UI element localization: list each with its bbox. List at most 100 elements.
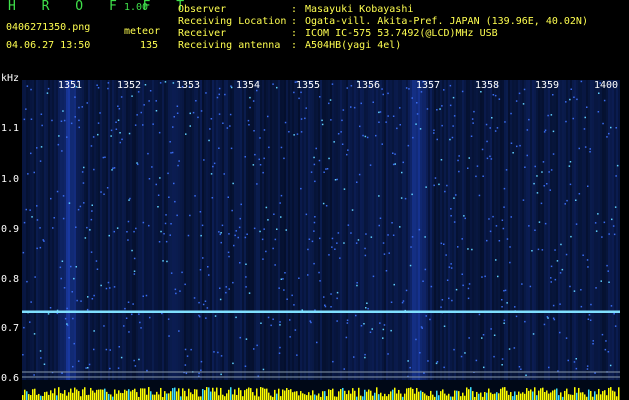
noise-speckle <box>76 299 78 302</box>
noise-streak <box>58 80 60 380</box>
baseline-bar <box>232 394 234 400</box>
noise-speckle <box>262 368 265 371</box>
noise-speckle <box>610 305 613 307</box>
noise-speckle <box>78 106 80 109</box>
noise-speckle <box>522 103 525 105</box>
noise-streak <box>392 80 394 380</box>
noise-streak <box>516 80 518 380</box>
noise-speckle <box>103 325 105 327</box>
noise-streak <box>520 80 522 380</box>
noise-speckle <box>128 132 131 135</box>
noise-streak <box>138 80 140 380</box>
baseline-bar <box>166 393 168 400</box>
noise-streak <box>394 80 396 380</box>
noise-speckle <box>486 140 488 143</box>
baseline-bar <box>582 392 584 400</box>
noise-streak <box>312 80 314 380</box>
noise-streak <box>444 80 446 380</box>
noise-streak <box>500 80 502 380</box>
noise-speckle <box>93 168 95 171</box>
noise-speckle <box>387 353 389 355</box>
noise-speckle <box>369 164 372 166</box>
noise-speckle <box>365 307 367 309</box>
noise-speckle <box>253 227 256 230</box>
noise-speckle <box>46 92 49 94</box>
noise-speckle <box>616 164 619 167</box>
noise-speckle <box>404 197 407 200</box>
noise-speckle <box>218 231 220 233</box>
baseline-bar <box>84 387 86 400</box>
baseline-bar <box>612 390 614 400</box>
noise-speckle <box>252 100 255 102</box>
baseline-bar <box>86 395 88 400</box>
noise-speckle <box>239 262 241 264</box>
noise-speckle <box>313 230 315 232</box>
noise-speckle <box>225 286 227 288</box>
noise-streak <box>194 80 196 380</box>
noise-speckle <box>495 225 498 227</box>
spectrogram-canvas <box>22 80 620 400</box>
noise-speckle <box>449 104 452 107</box>
noise-speckle <box>33 374 35 376</box>
noise-speckle <box>309 320 311 322</box>
noise-speckle <box>468 157 470 159</box>
noise-speckle <box>552 317 555 319</box>
noise-speckle <box>609 364 612 367</box>
noise-speckle <box>280 194 283 197</box>
noise-speckle <box>47 313 50 315</box>
noise-speckle <box>461 90 464 93</box>
noise-speckle <box>489 155 491 158</box>
noise-streak <box>308 80 310 380</box>
noise-speckle <box>358 173 361 176</box>
baseline-bar <box>248 387 250 400</box>
baseline-bar <box>68 392 70 400</box>
baseline-bar <box>254 395 256 400</box>
noise-speckle <box>185 133 187 135</box>
noise-speckle <box>224 93 226 96</box>
noise-speckle <box>411 97 413 99</box>
noise-speckle <box>607 351 610 353</box>
noise-speckle <box>319 96 321 98</box>
noise-streak <box>240 80 242 380</box>
noise-streak <box>594 80 596 380</box>
noise-speckle <box>86 308 89 311</box>
noise-speckle <box>223 173 225 175</box>
noise-speckle <box>594 222 597 224</box>
noise-speckle <box>61 260 64 262</box>
baseline-bar <box>286 387 288 400</box>
noise-speckle <box>330 306 332 308</box>
echo-count: 135 <box>140 40 159 51</box>
noise-speckle <box>99 112 101 114</box>
baseline-bar <box>614 391 616 400</box>
noise-speckle <box>244 365 247 367</box>
noise-speckle <box>433 129 435 131</box>
noise-speckle <box>205 317 207 319</box>
noise-streak <box>552 80 554 380</box>
noise-streak <box>454 80 456 380</box>
noise-speckle <box>336 320 338 322</box>
noise-speckle <box>259 164 262 166</box>
baseline-bar <box>212 387 214 400</box>
noise-speckle <box>589 319 592 321</box>
noise-speckle <box>605 340 607 342</box>
noise-speckle <box>385 270 388 272</box>
noise-streak <box>562 80 564 380</box>
noise-speckle <box>425 186 427 188</box>
noise-speckle <box>70 122 73 125</box>
noise-speckle <box>93 330 95 332</box>
noise-speckle <box>461 273 463 275</box>
noise-speckle <box>316 341 318 344</box>
noise-speckle <box>77 208 80 211</box>
noise-speckle <box>580 80 583 83</box>
noise-speckle <box>170 223 172 225</box>
noise-speckle <box>61 372 63 374</box>
noise-speckle <box>471 118 474 120</box>
noise-streak <box>178 80 180 380</box>
baseline-bar <box>332 388 334 400</box>
noise-streak <box>532 80 534 380</box>
baseline-bar <box>468 389 470 400</box>
noise-speckle <box>93 294 95 297</box>
noise-speckle <box>567 359 569 362</box>
noise-speckle <box>66 323 68 325</box>
noise-speckle <box>372 101 374 103</box>
